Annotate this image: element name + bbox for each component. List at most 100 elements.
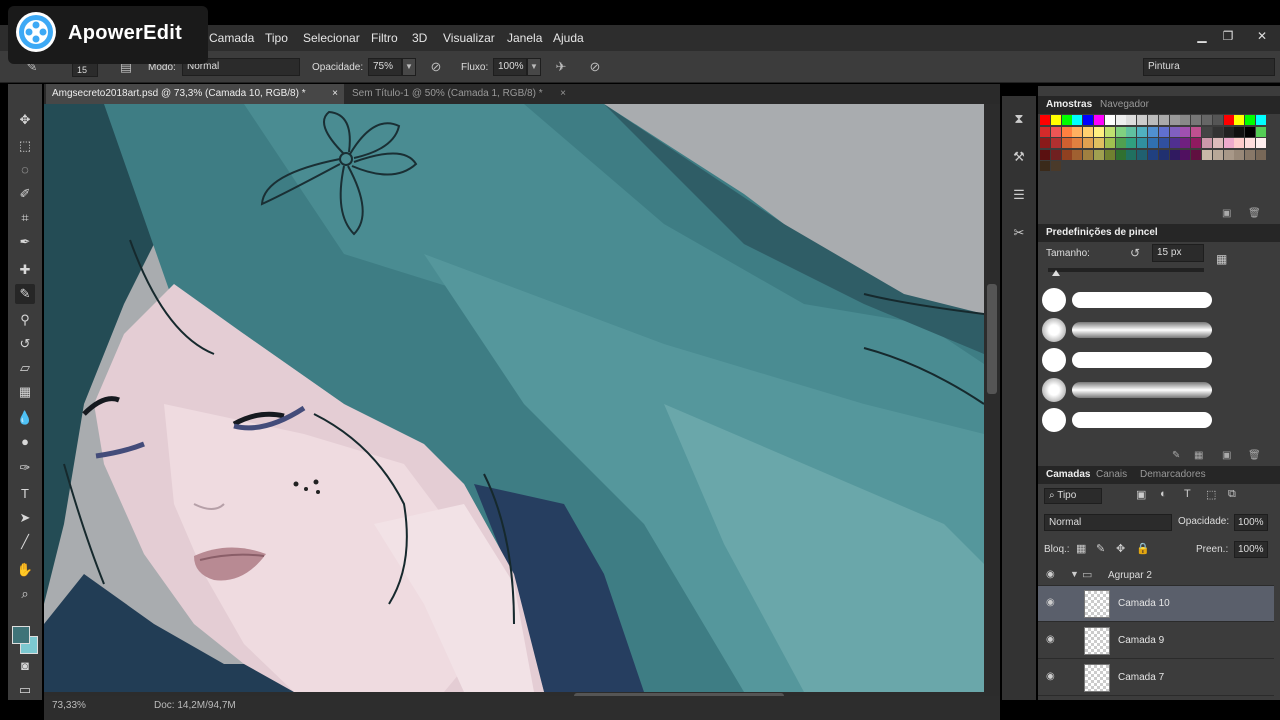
color-swatch[interactable]: [1169, 149, 1180, 160]
pressure-size-icon[interactable]: ⊘: [585, 58, 605, 76]
color-swatch[interactable]: [1040, 115, 1050, 125]
color-swatch[interactable]: [1212, 115, 1223, 125]
color-swatch[interactable]: [1245, 126, 1256, 137]
blend-mode-select[interactable]: Normal: [1044, 514, 1172, 531]
tab-sem-titulo[interactable]: Sem Título-1 @ 50% (Camada 1, RGB/8) * ×: [346, 84, 572, 104]
menu-janela[interactable]: Janela: [507, 31, 542, 45]
color-swatch[interactable]: [1158, 138, 1169, 148]
color-swatch[interactable]: [1104, 149, 1115, 160]
color-swatch[interactable]: [1115, 149, 1126, 160]
color-swatch[interactable]: [1072, 115, 1083, 125]
color-swatch[interactable]: [1148, 138, 1158, 148]
color-swatch[interactable]: [1061, 149, 1072, 160]
menu-camada[interactable]: Camada: [209, 31, 254, 45]
lock-pixels-icon[interactable]: ✎: [1096, 542, 1105, 555]
hand-tool-icon[interactable]: ✋: [15, 560, 35, 580]
color-swatch[interactable]: [1245, 138, 1256, 148]
color-swatch[interactable]: [1234, 115, 1245, 125]
color-swatch[interactable]: [1234, 138, 1245, 148]
move-tool-icon[interactable]: ✥: [15, 110, 35, 130]
history-brush-tool-icon[interactable]: ↺: [15, 334, 35, 354]
chevron-down-icon[interactable]: ▼: [1070, 569, 1079, 579]
color-swatch[interactable]: [1040, 149, 1050, 160]
brush-preset-hard[interactable]: [1042, 348, 1066, 372]
layer-group-row[interactable]: ◉ ▼ ▭ Agrupar 2: [1038, 564, 1274, 586]
brush-preset-hard[interactable]: [1042, 408, 1066, 432]
tab-demarcadores[interactable]: Demarcadores: [1140, 469, 1206, 480]
airbrush-icon[interactable]: ✈: [551, 58, 571, 76]
swatch-grid[interactable]: [1038, 114, 1268, 194]
color-swatch[interactable]: [1094, 138, 1104, 148]
menu-3d[interactable]: 3D: [412, 31, 427, 45]
menu-filtro[interactable]: Filtro: [371, 31, 398, 45]
color-swatch[interactable]: [1148, 115, 1158, 125]
quick-mask-icon[interactable]: ◙: [15, 656, 35, 676]
color-swatch[interactable]: [1202, 115, 1212, 125]
color-swatch[interactable]: [1202, 149, 1212, 160]
color-swatch[interactable]: [1169, 138, 1180, 148]
adjustments-icon[interactable]: ✂: [1008, 222, 1030, 244]
layer-filter-select[interactable]: ⌕ Tipo: [1044, 488, 1102, 504]
delete-swatch-icon[interactable]: 🗑: [1248, 208, 1261, 219]
lock-transparency-icon[interactable]: ▦: [1076, 542, 1086, 555]
color-swatch[interactable]: [1126, 115, 1137, 125]
brush-panel-icon[interactable]: ▦: [1216, 252, 1227, 266]
color-swatch[interactable]: [1245, 149, 1256, 160]
stamp-tool-icon[interactable]: ⚲: [15, 310, 35, 330]
color-swatch[interactable]: [1158, 149, 1169, 160]
reset-size-icon[interactable]: ↺: [1130, 246, 1140, 260]
scroll-thumb[interactable]: [987, 284, 997, 394]
eye-icon[interactable]: ◉: [1046, 672, 1060, 682]
color-swatch[interactable]: [1115, 126, 1126, 137]
brush-preset-soft[interactable]: [1042, 318, 1066, 342]
layer-opacity-field[interactable]: 100%: [1234, 514, 1268, 531]
layer-row[interactable]: ◉ Camada 9: [1038, 623, 1274, 659]
color-swatch[interactable]: [1202, 126, 1212, 137]
color-swatch[interactable]: [1223, 126, 1234, 137]
color-swatch[interactable]: [1256, 138, 1266, 148]
color-swatch[interactable]: [1115, 138, 1126, 148]
color-swatch[interactable]: [1158, 126, 1169, 137]
type-tool-icon[interactable]: T: [15, 484, 35, 504]
delete-preset-icon[interactable]: 🗑: [1248, 450, 1261, 461]
brush-grid-icon[interactable]: ▦: [1194, 450, 1203, 461]
eye-icon[interactable]: ◉: [1046, 598, 1060, 608]
color-swatch[interactable]: [1191, 115, 1202, 125]
color-swatch[interactable]: [1083, 138, 1094, 148]
tab-camadas[interactable]: Camadas: [1046, 469, 1090, 480]
toggle-brush-panel-icon[interactable]: ✎: [1172, 450, 1180, 461]
filter-shape-icon[interactable]: ⬚: [1206, 488, 1216, 501]
color-swatch[interactable]: [1072, 138, 1083, 148]
color-swatch[interactable]: [1126, 149, 1137, 160]
pen-tool-icon[interactable]: ✑: [15, 458, 35, 478]
eye-icon[interactable]: ◉: [1046, 570, 1060, 580]
layer-row[interactable]: ◉ Camada 10: [1038, 586, 1274, 622]
color-swatch[interactable]: [1126, 138, 1137, 148]
screen-mode-icon[interactable]: ▭: [15, 680, 35, 700]
color-swatch[interactable]: [1050, 161, 1061, 171]
brush-size-field[interactable]: 15: [72, 63, 98, 77]
tab-navegador[interactable]: Navegador: [1100, 99, 1149, 110]
color-swatch[interactable]: [1223, 115, 1234, 125]
color-swatch[interactable]: [1061, 138, 1072, 148]
color-swatch[interactable]: [1040, 138, 1050, 148]
brush-size-slider[interactable]: [1048, 268, 1204, 276]
minimize-icon[interactable]: ▁: [1194, 28, 1210, 44]
tab-close-icon[interactable]: ×: [560, 84, 566, 104]
color-swatch[interactable]: [1212, 138, 1223, 148]
zoom-readout[interactable]: 73,33%: [52, 700, 86, 711]
color-swatch[interactable]: [1234, 126, 1245, 137]
quick-select-tool-icon[interactable]: ✐: [15, 184, 35, 204]
color-swatch[interactable]: [1137, 149, 1148, 160]
color-swatch[interactable]: [1191, 126, 1202, 137]
color-swatch[interactable]: [1061, 126, 1072, 137]
color-swatch[interactable]: [1040, 126, 1050, 137]
color-swatch[interactable]: [1040, 161, 1050, 171]
brush-size-field[interactable]: 15 px: [1152, 244, 1204, 262]
color-swatch[interactable]: [1169, 126, 1180, 137]
color-swatch[interactable]: [1245, 115, 1256, 125]
marquee-tool-icon[interactable]: ⬚: [15, 136, 35, 156]
opacity-dropdown-icon[interactable]: ▼: [402, 58, 416, 76]
color-swatch[interactable]: [1072, 149, 1083, 160]
restore-icon[interactable]: ❐: [1220, 28, 1236, 44]
